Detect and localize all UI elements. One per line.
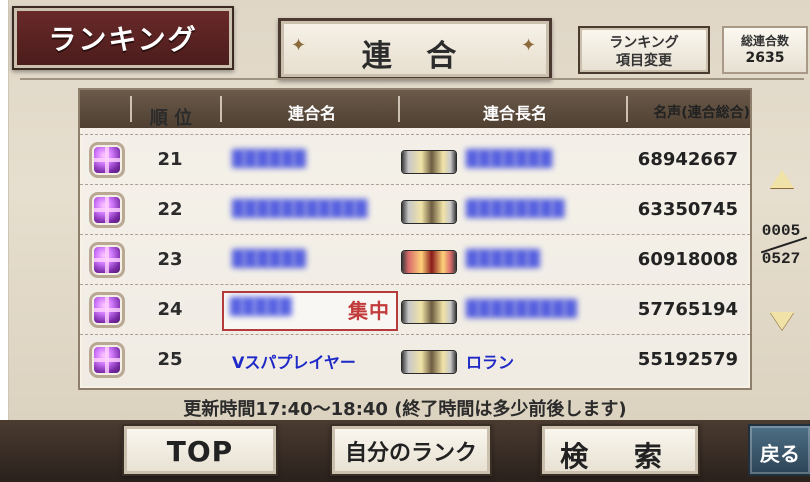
focus-label: 集中 xyxy=(348,299,390,323)
gift-box-icon xyxy=(92,245,122,275)
page-total: 0527 xyxy=(761,250,801,268)
row-fame: 68942667 xyxy=(637,149,738,170)
row-fame: 57765194 xyxy=(637,299,738,320)
total-alliances-box: 総連合数 2635 xyxy=(722,26,808,74)
table-row[interactable]: 25 Vスパプレイヤー ロラン 55192579 xyxy=(80,334,750,385)
alliance-name[interactable]: Vスパプレイヤー xyxy=(232,349,356,373)
leader-name-redacted[interactable]: ██████ xyxy=(466,249,540,268)
top-button[interactable]: TOP xyxy=(122,424,278,476)
change-ranking-item-button[interactable]: ランキング 項目変更 xyxy=(578,26,710,74)
my-rank-button-label: 自分のランク xyxy=(344,441,477,466)
screen-title: ランキング xyxy=(48,23,198,56)
back-button-label: 戻る xyxy=(760,442,800,466)
ranking-category-tab[interactable]: ✦ 連 合 ✦ xyxy=(278,18,552,80)
change-ranking-item-line2: 項目変更 xyxy=(616,53,672,69)
leader-name-redacted[interactable]: █████████ xyxy=(466,299,577,318)
back-button[interactable]: 戻る xyxy=(748,424,810,476)
row-rank: 23 xyxy=(157,249,183,270)
alliance-name-redacted: █████ xyxy=(230,297,292,316)
chevron-up-icon xyxy=(770,170,794,188)
column-leader-name: 連合長名 xyxy=(482,104,547,123)
sword-icon xyxy=(402,201,456,223)
row-rank: 21 xyxy=(157,149,183,170)
column-rank: 順 位 xyxy=(149,108,193,129)
total-alliances-value: 2635 xyxy=(745,50,785,66)
header-separator xyxy=(130,96,132,122)
gift-box-icon xyxy=(92,345,122,375)
sword-icon xyxy=(402,151,456,173)
top-button-label: TOP xyxy=(166,435,234,468)
row-fame: 60918008 xyxy=(637,249,738,270)
total-alliances-label: 総連合数 xyxy=(740,34,789,48)
column-fame: 名声(連合総合) xyxy=(653,105,750,121)
gift-box-icon xyxy=(92,145,122,175)
alliance-name-redacted[interactable]: ██████ xyxy=(232,249,306,268)
ranking-table: 順 位 連合名 連合長名 名声(連合総合) 21 ██████ ███████ … xyxy=(78,88,752,390)
table-row[interactable]: 22 ███████████ ████████ 63350745 xyxy=(80,184,750,235)
sword-red-icon xyxy=(402,251,456,273)
table-row[interactable]: 21 ██████ ███████ 68942667 xyxy=(80,134,750,185)
row-fame: 55192579 xyxy=(637,349,738,370)
ranking-category-label: 連 合 xyxy=(361,39,469,74)
row-fame: 63350745 xyxy=(637,199,738,220)
leader-name[interactable]: ロラン xyxy=(466,349,514,373)
my-rank-button[interactable]: 自分のランク xyxy=(330,424,492,476)
row-rank: 25 xyxy=(157,349,183,370)
update-time-text: 更新時間17:40〜18:40 (終了時間は多少前後します) xyxy=(183,399,627,420)
alliance-name-redacted[interactable]: ██████ xyxy=(232,149,306,168)
ranking-screen: ランキング ✦ 連 合 ✦ ランキング 項目変更 総連合数 2635 順 位 連… xyxy=(0,0,810,482)
table-row[interactable]: 24 █████ 集中 █████████ 57765194 xyxy=(80,284,750,335)
sword-icon xyxy=(402,301,456,323)
alliance-name-redacted[interactable]: ███████████ xyxy=(232,199,367,218)
chevron-down-icon xyxy=(770,312,794,330)
row-rank: 22 xyxy=(157,199,183,220)
change-ranking-item-line1: ランキング xyxy=(609,35,679,51)
column-alliance-name: 連合名 xyxy=(287,104,336,123)
search-button[interactable]: 検 索 xyxy=(540,424,700,476)
tab-ornament-icon: ✦ xyxy=(521,35,537,56)
alliance-focus-stamp[interactable]: █████ 集中 xyxy=(222,291,398,331)
header-divider xyxy=(20,78,804,80)
leader-name-redacted[interactable]: ████████ xyxy=(466,199,564,218)
search-button-label: 検 索 xyxy=(560,440,680,473)
screen-title-plate: ランキング xyxy=(12,6,234,70)
sword-icon xyxy=(402,351,456,373)
page-up-button[interactable] xyxy=(764,168,798,194)
page-down-button[interactable] xyxy=(764,310,798,336)
table-row[interactable]: 23 ██████ ██████ 60918008 xyxy=(80,234,750,285)
ranking-table-header: 順 位 連合名 連合長名 名声(連合総合) xyxy=(80,90,750,129)
row-rank: 24 xyxy=(157,299,183,320)
page-indicator: 0005 0527 xyxy=(752,222,810,276)
gift-box-icon xyxy=(92,195,122,225)
leader-name-redacted[interactable]: ███████ xyxy=(466,149,552,168)
gift-box-icon xyxy=(92,295,122,325)
